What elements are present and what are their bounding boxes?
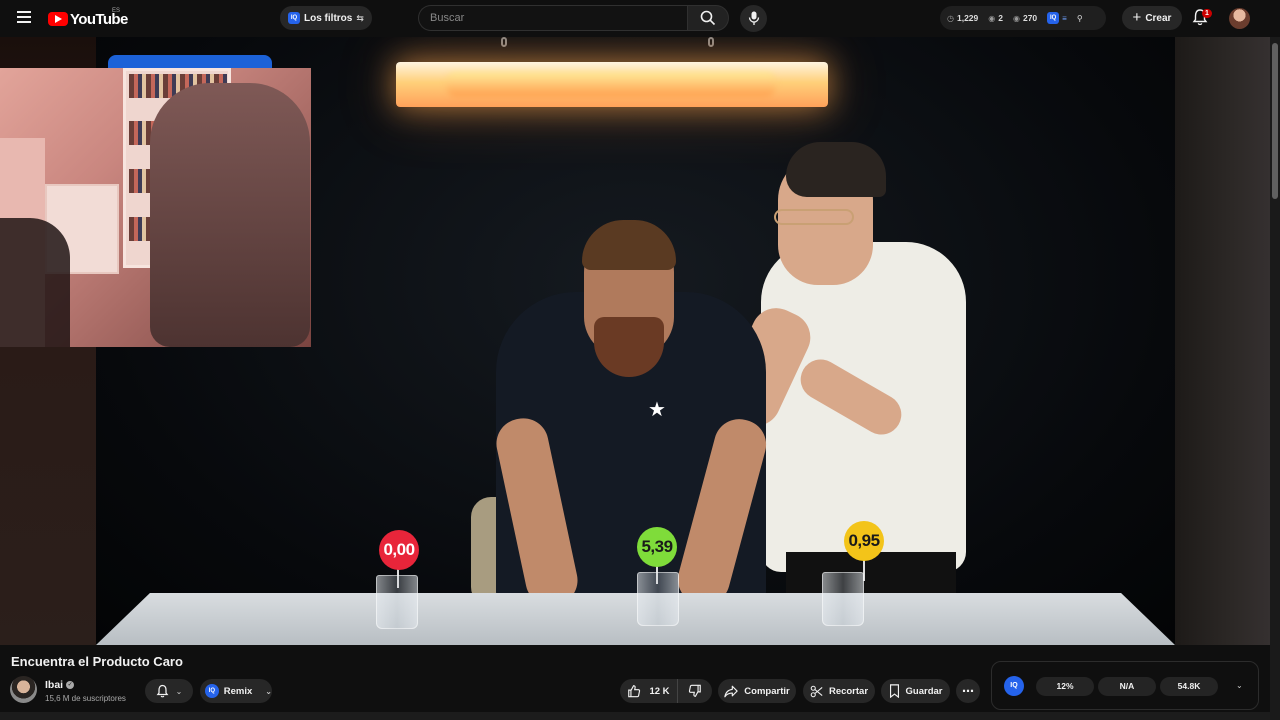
view-count: 270	[1022, 13, 1038, 23]
price-tag: 0,95	[844, 521, 884, 561]
player-backdrop-right	[1175, 37, 1270, 645]
remix-label: Remix	[223, 685, 253, 697]
lamp-hook	[708, 37, 714, 47]
notification-badge: 1	[1202, 9, 1212, 18]
bookmark-icon	[889, 684, 899, 698]
like-count: 12 K	[649, 685, 670, 697]
scrollbar-thumb[interactable]	[1272, 43, 1278, 199]
thumbs-up-icon	[628, 685, 641, 698]
clip-button[interactable]: Recortar	[803, 679, 875, 703]
glass	[637, 572, 679, 626]
channel-name: Ibai	[45, 679, 64, 691]
thumbs-down-icon	[688, 684, 701, 697]
chevron-down-icon: ⌄	[265, 686, 272, 696]
more-horizontal-icon: ⋯	[962, 684, 974, 698]
dislike-button[interactable]	[678, 679, 712, 703]
scissors-icon	[810, 685, 823, 697]
tune-icon: ⇆	[356, 12, 364, 23]
share-label: Compartir	[744, 685, 790, 697]
save-label: Guardar	[905, 685, 943, 697]
search-input[interactable]: Buscar	[418, 5, 688, 31]
remix-button[interactable]: IQ Remix ⌄	[200, 679, 272, 703]
description-box-edge	[0, 712, 1270, 720]
eye-count: 2	[998, 13, 1003, 23]
gaming-chair	[150, 83, 310, 347]
menu-icon[interactable]	[12, 8, 36, 28]
table	[96, 593, 1175, 645]
price-tag: 0,00	[379, 530, 419, 570]
foreground-shadow	[0, 218, 70, 347]
views-icon: ◉	[1012, 13, 1020, 23]
glass	[822, 572, 864, 626]
video-title: Encuentra el Producto Caro	[11, 654, 183, 669]
trophy-icon: ⚲	[1076, 13, 1083, 23]
price-tag: 5,39	[637, 527, 677, 567]
webcam-overlay	[0, 68, 311, 347]
neon-lamp	[396, 62, 828, 107]
person-left-hair	[582, 220, 676, 270]
page-scrollbar[interactable]	[1270, 37, 1280, 720]
save-button[interactable]: Guardar	[881, 679, 950, 703]
video-player[interactable]: ★ 0,00 5,39 0,95	[0, 37, 1270, 645]
clock-icon: ◷	[947, 13, 954, 23]
webcam-tab	[108, 55, 272, 69]
like-button[interactable]: 12 K	[620, 679, 678, 703]
more-actions-button[interactable]: ⋯	[956, 679, 980, 703]
search-button[interactable]	[687, 5, 729, 31]
bell-icon	[156, 684, 169, 698]
filters-label: Los filtros	[304, 12, 353, 24]
list-icon: ≡	[1062, 13, 1067, 23]
person-right-hair	[786, 142, 886, 197]
iq-badge: IQ	[288, 12, 300, 24]
extension-stats[interactable]: ◷ 1,229 ◉ 2 ◉ 270 IQ ≡ ⚲	[940, 6, 1106, 30]
share-button[interactable]: Compartir	[718, 679, 796, 703]
glass	[376, 575, 418, 629]
eye-icon: ◉	[988, 13, 996, 23]
region-code: ES	[112, 8, 121, 14]
subscriber-count: 15,6 M de suscriptores	[45, 694, 126, 703]
iq-metric: N/A	[1098, 677, 1156, 696]
create-label: Crear	[1145, 12, 1172, 24]
voice-search-button[interactable]	[740, 5, 767, 32]
chevron-down-icon[interactable]: ⌄	[1236, 681, 1243, 690]
like-dislike-group: 12 K	[620, 679, 712, 703]
top-bar: YouTube ES IQ Los filtros ⇆ Buscar ◷ 1,2…	[0, 0, 1280, 37]
iq-badge: IQ	[205, 684, 219, 698]
iq-logo-icon: IQ	[1004, 676, 1024, 696]
youtube-logo[interactable]: YouTube ES	[48, 8, 128, 28]
channel-avatar[interactable]	[10, 676, 37, 703]
clip-label: Recortar	[828, 685, 869, 697]
iq-badge: IQ	[1047, 12, 1060, 24]
iq-metric: 54.8K	[1160, 677, 1218, 696]
iq-metric: 12%	[1036, 677, 1094, 696]
create-button[interactable]: + Crear	[1122, 6, 1182, 30]
watch-count: 1,229	[956, 13, 979, 23]
microphone-icon	[748, 11, 759, 25]
jordan-logo-icon: ★	[648, 399, 666, 421]
plus-icon: +	[1132, 8, 1142, 26]
lamp-hook	[501, 37, 507, 47]
share-icon	[724, 685, 738, 697]
filters-button[interactable]: IQ Los filtros ⇆	[280, 6, 372, 30]
verified-icon: ✓	[66, 681, 75, 689]
iq-extension-panel[interactable]: IQ 12% N/A 54.8K ⌄	[991, 661, 1259, 710]
account-avatar[interactable]	[1229, 8, 1250, 29]
youtube-play-icon	[48, 12, 68, 26]
chevron-down-icon: ⌄	[175, 686, 183, 696]
glasses	[774, 209, 854, 225]
subscription-notifications-button[interactable]: ⌄	[145, 679, 193, 703]
channel-name-link[interactable]: Ibai ✓	[45, 679, 75, 691]
search-icon	[700, 10, 716, 26]
